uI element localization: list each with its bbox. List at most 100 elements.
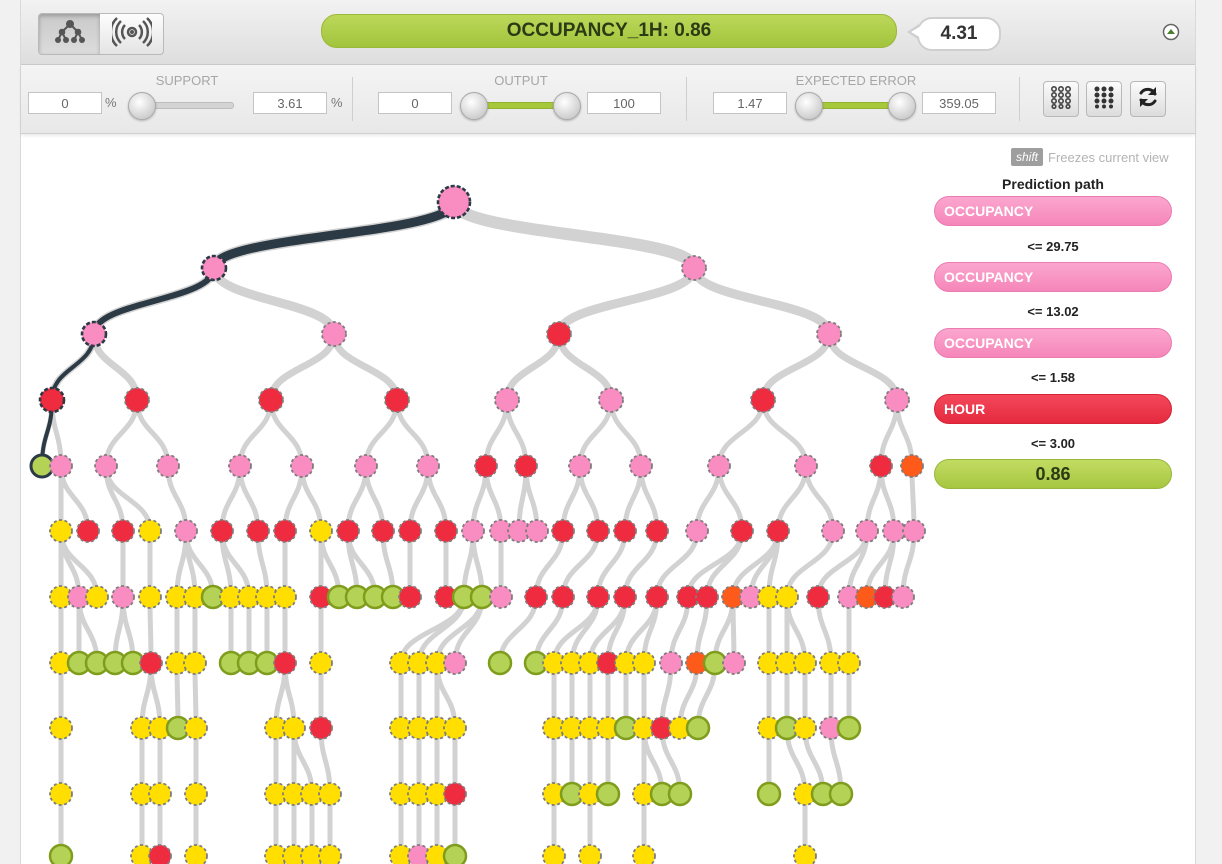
tree-split-node[interactable] [900, 454, 924, 478]
tree-split-node[interactable] [184, 716, 208, 740]
tree-split-node[interactable] [148, 782, 172, 806]
tree-split-node[interactable] [793, 651, 817, 675]
tree-split-node[interactable] [371, 519, 395, 543]
tree-split-node[interactable] [111, 585, 135, 609]
tree-split-node[interactable] [354, 454, 378, 478]
tree-split-node[interactable] [318, 782, 342, 806]
dense-view-button[interactable] [1086, 81, 1122, 117]
expected-error-slider-max-handle[interactable] [888, 92, 916, 120]
tree-split-node[interactable] [586, 519, 610, 543]
tree-split-node[interactable] [551, 585, 575, 609]
tree-leaf-node[interactable] [487, 650, 513, 676]
support-slider-handle[interactable] [128, 92, 156, 120]
tree-view-button[interactable] [39, 14, 100, 54]
tree-leaf-node[interactable] [48, 843, 74, 864]
tree-split-node[interactable] [282, 716, 306, 740]
tree-split-node[interactable] [94, 454, 118, 478]
tree-split-node[interactable] [273, 651, 297, 675]
expected-error-slider-min-handle[interactable] [795, 92, 823, 120]
tree-split-node[interactable] [85, 585, 109, 609]
tree-split-node[interactable] [76, 519, 100, 543]
tree-split-node[interactable] [461, 519, 485, 543]
tree-split-node[interactable] [695, 585, 719, 609]
tree-split-node[interactable] [632, 844, 656, 864]
tree-split-node[interactable] [793, 844, 817, 864]
tree-split-node[interactable] [598, 387, 624, 413]
tree-split-node[interactable] [816, 321, 842, 347]
tree-leaf-node[interactable] [685, 715, 711, 741]
tree-split-node[interactable] [49, 716, 73, 740]
output-max-input[interactable] [587, 92, 661, 114]
tree-split-node[interactable] [184, 782, 208, 806]
tree-split-node[interactable] [139, 651, 163, 675]
expected-error-max-input[interactable] [922, 92, 996, 114]
tree-split-node[interactable] [111, 519, 135, 543]
tree-split-node[interactable] [775, 585, 799, 609]
tree-split-node[interactable] [681, 255, 707, 281]
tree-split-node[interactable] [443, 782, 467, 806]
path-step[interactable]: OCCUPANCY [934, 328, 1172, 358]
tree-split-node[interactable] [124, 387, 150, 413]
output-min-input[interactable] [378, 92, 452, 114]
tree-split-node[interactable] [416, 454, 440, 478]
tree-split-node[interactable] [246, 519, 270, 543]
tree-split-node[interactable] [138, 585, 162, 609]
tree-split-node[interactable] [837, 651, 861, 675]
tree-split-node[interactable] [210, 519, 234, 543]
tree-split-node[interactable] [884, 387, 910, 413]
tree-split-node[interactable] [546, 321, 572, 347]
tree-split-node[interactable] [273, 519, 297, 543]
tree-split-node[interactable] [156, 454, 180, 478]
tree-split-node[interactable] [384, 387, 410, 413]
tree-split-node[interactable] [869, 454, 893, 478]
tree-split-node[interactable] [398, 585, 422, 609]
tree-split-node[interactable] [148, 844, 172, 864]
expected-error-min-input[interactable] [713, 92, 787, 114]
tree-split-node[interactable] [793, 716, 817, 740]
tree-split-node[interactable] [794, 454, 818, 478]
tree-split-node[interactable] [443, 716, 467, 740]
tree-split-node[interactable] [645, 585, 669, 609]
tree-leaf-node[interactable] [828, 781, 854, 807]
tree-split-node[interactable] [902, 519, 926, 543]
tree-split-node[interactable] [578, 844, 602, 864]
tree-split-node[interactable] [525, 519, 549, 543]
path-step[interactable]: OCCUPANCY [934, 196, 1172, 226]
tree-split-node[interactable] [309, 651, 333, 675]
tree-split-node[interactable] [613, 585, 637, 609]
tree-leaf-node[interactable] [595, 781, 621, 807]
path-step[interactable]: HOUR [934, 394, 1172, 424]
tree-split-node[interactable] [514, 454, 538, 478]
tree-split-node[interactable] [49, 519, 73, 543]
tree-split-node[interactable] [38, 386, 66, 414]
tree-split-node[interactable] [632, 651, 656, 675]
tree-leaf-node[interactable] [756, 781, 782, 807]
tree-split-node[interactable] [273, 585, 297, 609]
path-step[interactable]: OCCUPANCY [934, 262, 1172, 292]
tree-split-node[interactable] [613, 519, 637, 543]
tree-split-node[interactable] [750, 387, 776, 413]
tree-split-node[interactable] [49, 454, 73, 478]
tree-split-node[interactable] [398, 519, 422, 543]
tree-split-node[interactable] [474, 454, 498, 478]
output-slider-max-handle[interactable] [553, 92, 581, 120]
output-slider-min-handle[interactable] [460, 92, 488, 120]
tree-split-node[interactable] [766, 519, 790, 543]
tree-split-node[interactable] [228, 454, 252, 478]
tree-split-node[interactable] [659, 651, 683, 675]
tree-split-node[interactable] [722, 651, 746, 675]
tree-split-node[interactable] [568, 454, 592, 478]
tree-split-node[interactable] [524, 585, 548, 609]
tree-leaf-node[interactable] [836, 715, 862, 741]
tree-split-node[interactable] [494, 387, 520, 413]
tree-split-node[interactable] [489, 585, 513, 609]
sparse-view-button[interactable] [1043, 81, 1079, 117]
decision-tree[interactable] [21, 134, 926, 864]
tree-split-node[interactable] [309, 519, 333, 543]
tree-split-node[interactable] [174, 519, 198, 543]
tree-split-node[interactable] [882, 519, 906, 543]
path-result[interactable]: 0.86 [934, 459, 1172, 489]
tree-leaf-node[interactable] [667, 781, 693, 807]
tree-split-node[interactable] [551, 519, 575, 543]
tree-split-node[interactable] [821, 519, 845, 543]
